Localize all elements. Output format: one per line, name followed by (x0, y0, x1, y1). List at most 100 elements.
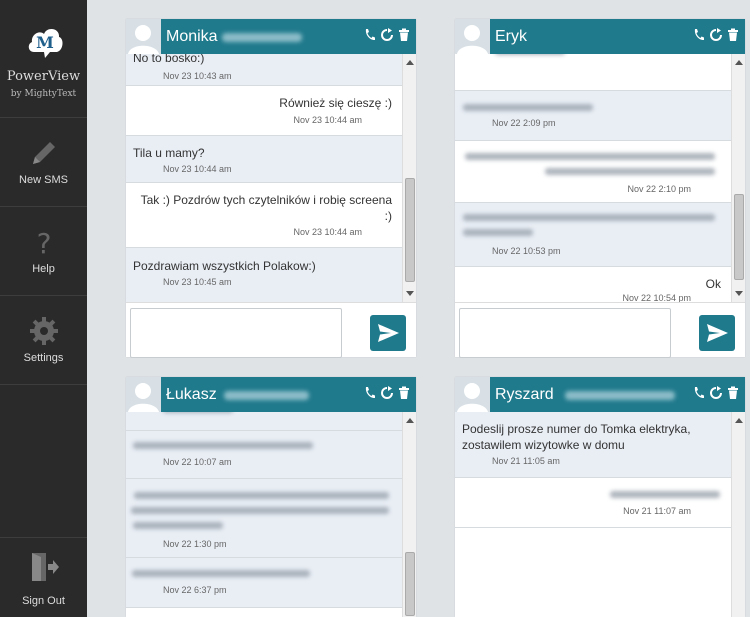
scrollbar[interactable] (731, 412, 745, 617)
send-button[interactable] (699, 315, 735, 351)
redacted-name (222, 33, 302, 42)
message-list[interactable]: Nov 22 10:07 am Nov 22 1:30 pm Nov 22 6:… (126, 412, 416, 617)
trash-icon[interactable] (398, 386, 410, 400)
scrollbar[interactable] (731, 54, 745, 302)
contact-name: Eryk (495, 28, 527, 45)
scroll-up-icon[interactable] (735, 418, 743, 423)
brand-by: by MightyText (10, 89, 77, 99)
message-text-line2: :) (384, 209, 392, 223)
send-icon (707, 324, 728, 342)
avatar (126, 19, 161, 54)
scrollbar[interactable] (402, 54, 416, 302)
message-time: Nov 23 10:43 am (163, 71, 232, 81)
trash-icon[interactable] (398, 28, 410, 42)
redacted-text (463, 104, 593, 111)
message-list[interactable]: No to bosko:) Nov 23 10:43 am Również si… (126, 54, 416, 302)
message-row: No to bosko:) Nov 23 10:43 am (126, 54, 402, 86)
contact-name: Łukasz (166, 386, 217, 403)
scroll-up-icon[interactable] (735, 60, 743, 65)
message-text: Tak :) Pozdrów tych czytelników i robię … (140, 193, 392, 207)
message-row (455, 54, 731, 91)
message-list[interactable]: Podeslij prosze numer do Tomka elektryka… (455, 412, 745, 617)
refresh-icon[interactable] (710, 28, 722, 42)
refresh-icon[interactable] (381, 28, 393, 42)
message-input[interactable] (130, 308, 342, 358)
message-text: Podeslij prosze numer do Tomka elektryka… (462, 422, 691, 436)
sign-out-label: Sign Out (22, 595, 65, 607)
trash-icon[interactable] (727, 28, 739, 42)
message-time: Nov 22 10:53 pm (492, 246, 561, 256)
conversation-panel: Monika No to bosko:) Nov 23 10:43 am Rów… (126, 19, 416, 358)
avatar (455, 377, 490, 412)
help-button[interactable]: ? Help (0, 207, 87, 296)
contact-name: Ryszard (495, 386, 554, 403)
redacted-text (495, 54, 565, 55)
brand-name: PowerView (6, 69, 81, 84)
conversation-header: Ryszard (455, 377, 745, 412)
message-text-line2: zostawilem wizytowke w domu (462, 438, 625, 452)
scroll-down-icon[interactable] (735, 291, 743, 296)
scroll-up-icon[interactable] (406, 60, 414, 65)
message-row: Nov 22 10:53 pm (455, 203, 731, 267)
redacted-text (133, 442, 313, 449)
scroll-thumb[interactable] (405, 552, 415, 616)
sidebar: M PowerView by MightyText New SMS ? Help (0, 0, 87, 617)
avatar (126, 377, 161, 412)
redacted-text (131, 507, 389, 514)
message-row: Ok Nov 22 10:54 pm (455, 267, 731, 302)
gear-icon (30, 317, 58, 345)
message-text: Ok (705, 277, 721, 291)
scroll-down-icon[interactable] (406, 291, 414, 296)
avatar (455, 19, 490, 54)
scrollbar[interactable] (402, 412, 416, 617)
scroll-thumb[interactable] (734, 194, 744, 280)
message-row: Również się cieszę :) Nov 23 10:44 am (126, 86, 402, 136)
conversation-header: Eryk (455, 19, 745, 54)
refresh-icon[interactable] (710, 386, 722, 400)
pencil-icon (33, 142, 55, 164)
message-text: Tila u mamy? (133, 146, 205, 160)
contact-name: Monika (166, 28, 218, 45)
settings-button[interactable]: Settings (0, 296, 87, 385)
svg-text:?: ? (37, 227, 52, 259)
conversation-panel: Eryk Nov 22 2:09 pm Nov 22 2:10 pm Nov 2… (455, 19, 745, 358)
message-row: Nov 22 2:10 pm (455, 141, 731, 203)
phone-icon[interactable] (693, 28, 705, 42)
scroll-up-icon[interactable] (406, 418, 414, 423)
message-time: Nov 22 10:54 pm (622, 293, 691, 302)
help-label: Help (32, 263, 55, 275)
message-time: Nov 22 10:07 am (163, 457, 232, 467)
phone-icon[interactable] (693, 386, 705, 400)
sign-out-icon (32, 553, 59, 581)
compose-bar (455, 302, 745, 358)
trash-icon[interactable] (727, 386, 739, 400)
message-text: No to bosko:) (133, 54, 205, 65)
mightytext-logo-icon: M (28, 28, 63, 58)
conversation-header: Łukasz (126, 377, 416, 412)
phone-icon[interactable] (364, 386, 376, 400)
message-time: Nov 22 6:37 pm (163, 585, 227, 595)
redacted-text (163, 412, 233, 413)
message-list[interactable]: Nov 22 2:09 pm Nov 22 2:10 pm Nov 22 10:… (455, 54, 745, 302)
message-time: Nov 22 2:09 pm (492, 118, 556, 128)
send-button[interactable] (370, 315, 406, 351)
message-row: Nov 22 10:07 am (126, 431, 402, 479)
message-time: Nov 23 10:44 am (293, 115, 362, 125)
brand-letter: M (36, 33, 54, 52)
redacted-text (463, 214, 715, 221)
refresh-icon[interactable] (381, 386, 393, 400)
message-row: Pozdrawiam wszystkich Polakow:) Nov 23 1… (126, 248, 402, 302)
message-input[interactable] (459, 308, 671, 358)
sign-out-button[interactable]: Sign Out (0, 537, 87, 617)
message-row (126, 412, 402, 431)
message-time: Nov 22 1:30 pm (163, 539, 227, 549)
brand[interactable]: M PowerView by MightyText (0, 0, 87, 118)
new-sms-label: New SMS (19, 174, 68, 186)
redacted-text (610, 491, 720, 498)
message-time: Nov 23 10:44 am (163, 164, 232, 174)
phone-icon[interactable] (364, 28, 376, 42)
message-row: Nov 22 6:37 pm (126, 558, 402, 608)
scroll-thumb[interactable] (405, 178, 415, 282)
conversation-panel: Łukasz Nov 22 10:07 am Nov 22 1:30 pm No… (126, 377, 416, 617)
new-sms-button[interactable]: New SMS (0, 118, 87, 207)
